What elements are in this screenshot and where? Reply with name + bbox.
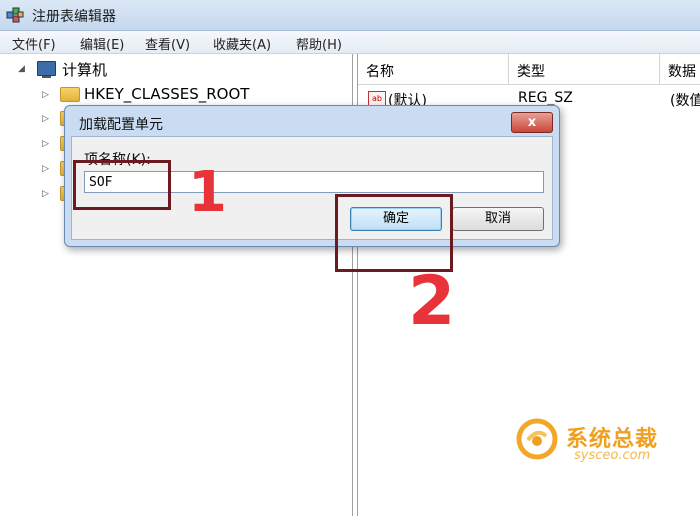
menu-view[interactable]: 查看(V) xyxy=(145,34,190,53)
column-header-data[interactable]: 数据 xyxy=(660,54,700,85)
tree-label: HKEY_CLASSES_ROOT xyxy=(84,85,250,103)
expand-arrow-icon[interactable]: ▷ xyxy=(42,164,49,174)
expand-arrow-icon[interactable]: ▷ xyxy=(42,139,49,149)
value-type: REG_SZ xyxy=(518,90,573,106)
tree-label: 计算机 xyxy=(62,61,108,79)
menu-help[interactable]: 帮助(H) xyxy=(296,34,342,53)
annotation-number-1: 1 xyxy=(188,160,227,225)
tree-item-computer[interactable]: ◢ 计算机 xyxy=(0,58,350,80)
dialog-title: 加载配置单元 xyxy=(79,117,163,133)
expand-arrow-icon[interactable]: ▷ xyxy=(42,90,49,100)
watermark-logo-icon xyxy=(516,418,558,460)
menu-edit[interactable]: 编辑(E) xyxy=(80,34,124,53)
tree-item-hkey-classes-root[interactable]: ▷ HKEY_CLASSES_ROOT xyxy=(0,84,350,106)
cancel-button[interactable]: 取消 xyxy=(452,207,544,231)
annotation-box-1 xyxy=(73,160,171,210)
close-button[interactable]: x xyxy=(511,112,553,133)
menu-bar: 文件(F) 编辑(E) 查看(V) 收藏夹(A) 帮助(H) xyxy=(0,31,700,54)
menu-favorites[interactable]: 收藏夹(A) xyxy=(213,34,271,53)
collapse-arrow-icon[interactable]: ◢ xyxy=(18,64,25,74)
computer-icon xyxy=(37,61,56,78)
watermark-url: sysceo.com xyxy=(574,448,651,463)
annotation-box-2 xyxy=(335,194,453,272)
annotation-number-2: 2 xyxy=(408,262,456,341)
folder-icon xyxy=(60,87,80,102)
title-bar: 注册表编辑器 xyxy=(0,0,700,31)
registry-editor-icon xyxy=(6,7,24,23)
value-data: (数值 xyxy=(670,93,700,109)
expand-arrow-icon[interactable]: ▷ xyxy=(42,189,49,199)
column-header-name[interactable]: 名称 xyxy=(358,54,509,85)
column-header-type[interactable]: 类型 xyxy=(509,54,660,85)
menu-file[interactable]: 文件(F) xyxy=(12,34,56,53)
expand-arrow-icon[interactable]: ▷ xyxy=(42,114,49,124)
window-title: 注册表编辑器 xyxy=(32,9,116,25)
close-icon: x xyxy=(527,115,537,130)
